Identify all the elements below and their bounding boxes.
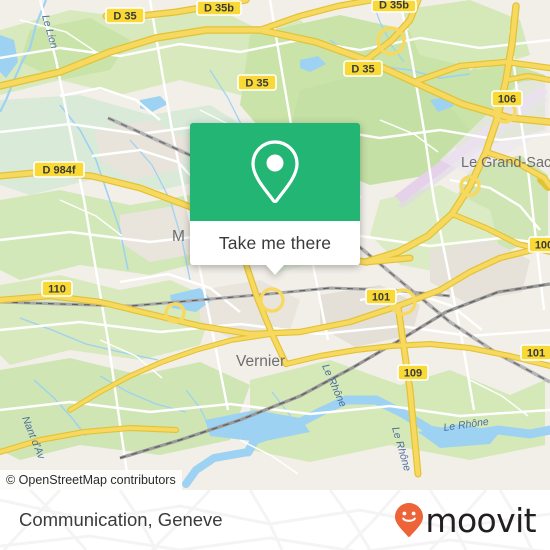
app-root: Le Lion Le Rhône Le Rhône Le Rhône Nant … bbox=[0, 0, 550, 550]
road-shield: D 35 bbox=[105, 7, 145, 24]
popup-action-area[interactable]: Take me there bbox=[190, 221, 360, 275]
road-shield-label: D 35b bbox=[379, 0, 409, 11]
road-shield: 110 bbox=[41, 280, 73, 297]
place-label-meyrin: M bbox=[172, 228, 185, 245]
road-shield-label: D 984f bbox=[42, 164, 75, 176]
osm-attribution[interactable]: © OpenStreetMap contributors bbox=[0, 470, 182, 490]
road-shield: 100 bbox=[528, 236, 550, 253]
road-shield: D 35b bbox=[196, 0, 242, 16]
take-me-there-label: Take me there bbox=[218, 232, 332, 253]
road-shield: 101 bbox=[520, 344, 550, 361]
moovit-smiley-pin-icon bbox=[395, 503, 424, 537]
road-shield-label: 109 bbox=[404, 367, 422, 379]
road-shield-label: 101 bbox=[527, 347, 545, 359]
road-shield-label: D 35b bbox=[204, 2, 234, 14]
bottom-bar: Communication, Geneve moovit bbox=[0, 490, 550, 550]
road-shield-label: D 35 bbox=[113, 10, 136, 22]
road-shield-label: 110 bbox=[48, 283, 66, 295]
road-shield: 101 bbox=[365, 288, 397, 305]
road-shield: D 35 bbox=[343, 60, 383, 77]
location-title: Communication, Geneve bbox=[19, 509, 223, 530]
road-shield: D 984f bbox=[33, 161, 85, 178]
road-shield-label: 101 bbox=[372, 291, 390, 303]
road-shield: D 35b bbox=[371, 0, 417, 13]
road-shield-label: D 35 bbox=[351, 63, 374, 75]
road-shield-label: 106 bbox=[498, 93, 516, 105]
road-shield: 106 bbox=[491, 90, 523, 107]
place-label-grand-saconnex: Le Grand-Sacc bbox=[461, 155, 550, 171]
take-me-there-popup[interactable]: Take me there bbox=[190, 123, 360, 275]
road-shield: 109 bbox=[397, 364, 429, 381]
moovit-logo[interactable]: moovit bbox=[394, 490, 537, 550]
popup-tail bbox=[265, 264, 285, 275]
road-shield-label: D 35 bbox=[245, 77, 268, 89]
moovit-wordmark: moovit bbox=[425, 500, 536, 540]
road-shield-label: 100 bbox=[535, 239, 550, 251]
map-pin-icon bbox=[251, 140, 299, 203]
popup-icon-area bbox=[190, 123, 360, 221]
road-shield: D 35 bbox=[237, 74, 277, 91]
place-label-vernier: Vernier bbox=[236, 353, 285, 370]
